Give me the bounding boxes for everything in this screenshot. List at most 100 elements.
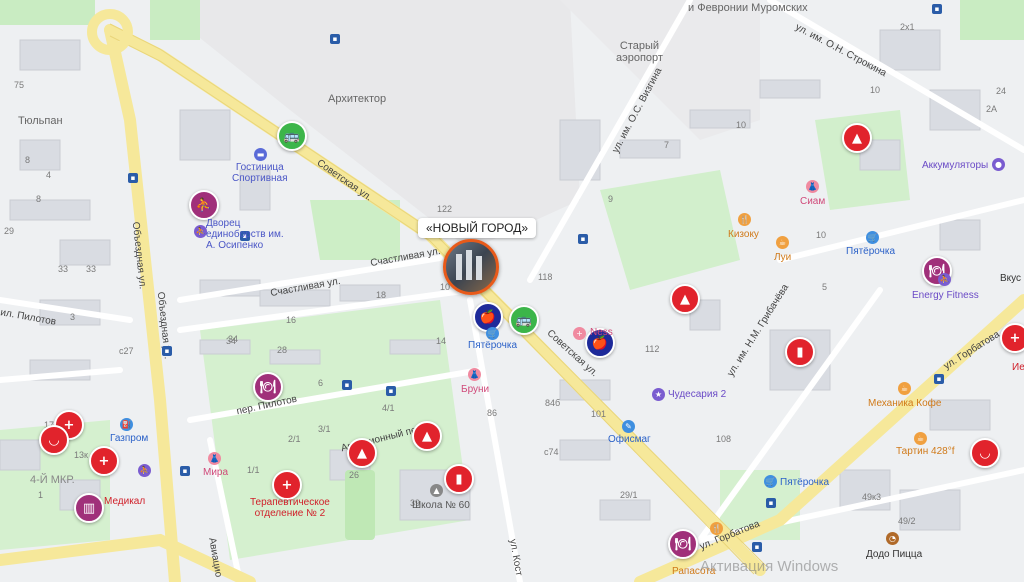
- bus-stop-icon[interactable]: ▪: [578, 234, 588, 244]
- house-number: 8: [25, 155, 31, 165]
- house-number: 108: [716, 434, 732, 444]
- house-number: 75: [14, 80, 25, 90]
- school-icon[interactable]: ▲: [670, 284, 700, 314]
- poi-label[interactable]: Аккумуляторы: [922, 160, 988, 171]
- house-number: 3/1: [318, 424, 331, 434]
- poi-label[interactable]: Школа № 60: [412, 500, 470, 511]
- bus-stop-icon[interactable]: ▪: [386, 386, 396, 396]
- house-number: 8: [36, 194, 42, 204]
- cafe-icon[interactable]: 🍽: [668, 529, 698, 559]
- poi-label-text: Терапевтическое отделение № 2: [250, 497, 330, 519]
- poi-label[interactable]: Луи: [774, 252, 791, 263]
- bus-stop-icon[interactable]: ▪: [180, 466, 190, 476]
- house-number: 2А: [986, 104, 998, 114]
- house-number: 9: [608, 194, 614, 204]
- bus-stop-icon[interactable]: ▪: [766, 498, 776, 508]
- school-icon[interactable]: ▲: [412, 421, 442, 451]
- fitness-icon[interactable]: ▥: [74, 493, 104, 523]
- medical-icon[interactable]: +: [1000, 323, 1024, 353]
- fuel-icon: ⛽: [120, 418, 133, 431]
- hotel-icon: ▬: [254, 148, 267, 161]
- house-number: 2x1: [900, 22, 915, 32]
- school-icon[interactable]: ▲: [347, 438, 377, 468]
- map-view[interactable]: Советская ул. Советская ул. Счастливая у…: [0, 0, 1024, 582]
- house-number: 122: [437, 204, 453, 214]
- poi-label[interactable]: Пятёрочка: [780, 477, 829, 488]
- poi-label-text: Дворец единоборств им. А. Осипенко: [206, 218, 284, 251]
- poi-label[interactable]: Механика Кофе: [868, 398, 941, 409]
- poi-label[interactable]: Тартин 428°f: [896, 446, 955, 457]
- house-number: 6: [318, 378, 324, 388]
- poi-label[interactable]: Пятёрочка: [468, 340, 517, 351]
- poi-label[interactable]: Мира: [203, 467, 228, 478]
- complex-photo-marker[interactable]: [443, 239, 499, 295]
- house-number: 28: [277, 345, 288, 355]
- poi-label[interactable]: Додо Пицца: [866, 549, 922, 560]
- house-number: 49к3: [862, 492, 881, 502]
- poi-label[interactable]: Терапевтическое отделение № 2: [250, 497, 330, 519]
- house-number: 86: [487, 408, 498, 418]
- house-number: 29: [4, 226, 15, 236]
- poi-label[interactable]: Чудесария 2: [668, 389, 726, 400]
- dental-icon[interactable]: ◡: [970, 438, 1000, 468]
- bus-stop-icon[interactable]: ▪: [128, 173, 138, 183]
- poi-label[interactable]: Energy Fitness: [912, 290, 979, 301]
- shop-small-icon: 🛒: [486, 327, 499, 340]
- bus-station-icon[interactable]: 🚌: [277, 121, 307, 151]
- clothes-icon: 👗: [468, 368, 481, 381]
- house-number: 4: [46, 170, 52, 180]
- area-label: Тюльпан: [18, 115, 63, 127]
- house-number: 1: [38, 490, 44, 500]
- cafe-icon[interactable]: 🍽: [253, 372, 283, 402]
- house-number: 101: [591, 409, 607, 419]
- poi-label[interactable]: Сиам: [800, 196, 825, 207]
- complex-callout[interactable]: «НОВЫЙ ГОРОД»: [418, 218, 537, 238]
- medical-icon[interactable]: +: [272, 470, 302, 500]
- house-number: 10: [736, 120, 747, 130]
- poi-label[interactable]: Вкус: [1000, 273, 1021, 284]
- cafe-small-icon: ☕: [914, 432, 927, 445]
- house-number: 1/1: [247, 465, 260, 475]
- house-number: 14: [436, 336, 447, 346]
- poi-label[interactable]: Офисмаг: [608, 434, 651, 445]
- bus-stop-icon[interactable]: ▪: [752, 542, 762, 552]
- poi-label[interactable]: Пятёрочка: [846, 246, 895, 257]
- bus-stop-icon[interactable]: ▪: [162, 346, 172, 356]
- house-number: 3: [70, 312, 76, 322]
- poi-label[interactable]: 4-Й МКР.: [30, 475, 75, 486]
- house-number: c74: [544, 447, 559, 457]
- office-icon: ✎: [622, 420, 635, 433]
- poi-label[interactable]: Ие: [1012, 362, 1024, 373]
- bus-stop-icon[interactable]: ▪: [342, 380, 352, 390]
- house-number: 118: [538, 272, 553, 282]
- shop-small-icon: 🛒: [764, 475, 777, 488]
- dental-icon[interactable]: ◡: [39, 425, 69, 455]
- poi-label[interactable]: Гостиница Спортивная: [232, 162, 288, 184]
- area-label: и Февронии Муромских: [688, 2, 808, 14]
- house-number: 4/1: [382, 403, 395, 413]
- cafe-small-icon: ☕: [898, 382, 911, 395]
- medical-icon[interactable]: +: [89, 446, 119, 476]
- poi-label[interactable]: Кизоку: [728, 229, 759, 240]
- area-label: Архитектор: [328, 93, 387, 105]
- cafe-small-icon: ☕: [776, 236, 789, 249]
- school-icon[interactable]: ▲: [842, 123, 872, 153]
- poi-label[interactable]: Медикал: [104, 496, 145, 507]
- sport-small-icon: ⛹: [138, 464, 151, 477]
- poi-label[interactable]: Дворец единоборств им. А. Осипенко: [206, 218, 284, 251]
- poi-label[interactable]: Бруни: [461, 384, 489, 395]
- cafe-small-icon: 🍴: [710, 522, 723, 535]
- bus-station-icon[interactable]: 🚌: [509, 305, 539, 335]
- library-icon[interactable]: ▮: [785, 337, 815, 367]
- library-icon[interactable]: ▮: [444, 464, 474, 494]
- bus-stop-icon[interactable]: ▪: [934, 374, 944, 384]
- house-number: 84б: [545, 398, 561, 408]
- bus-stop-icon[interactable]: ▪: [330, 34, 340, 44]
- poi-label[interactable]: Газпром: [110, 433, 148, 444]
- shop-small-icon: 🛒: [866, 231, 879, 244]
- poi-label[interactable]: Ness: [590, 327, 613, 338]
- bus-stop-icon[interactable]: ▪: [932, 4, 942, 14]
- house-number: 5: [822, 282, 828, 292]
- house-number: 24: [996, 86, 1007, 96]
- sport-icon[interactable]: ⛹: [189, 190, 219, 220]
